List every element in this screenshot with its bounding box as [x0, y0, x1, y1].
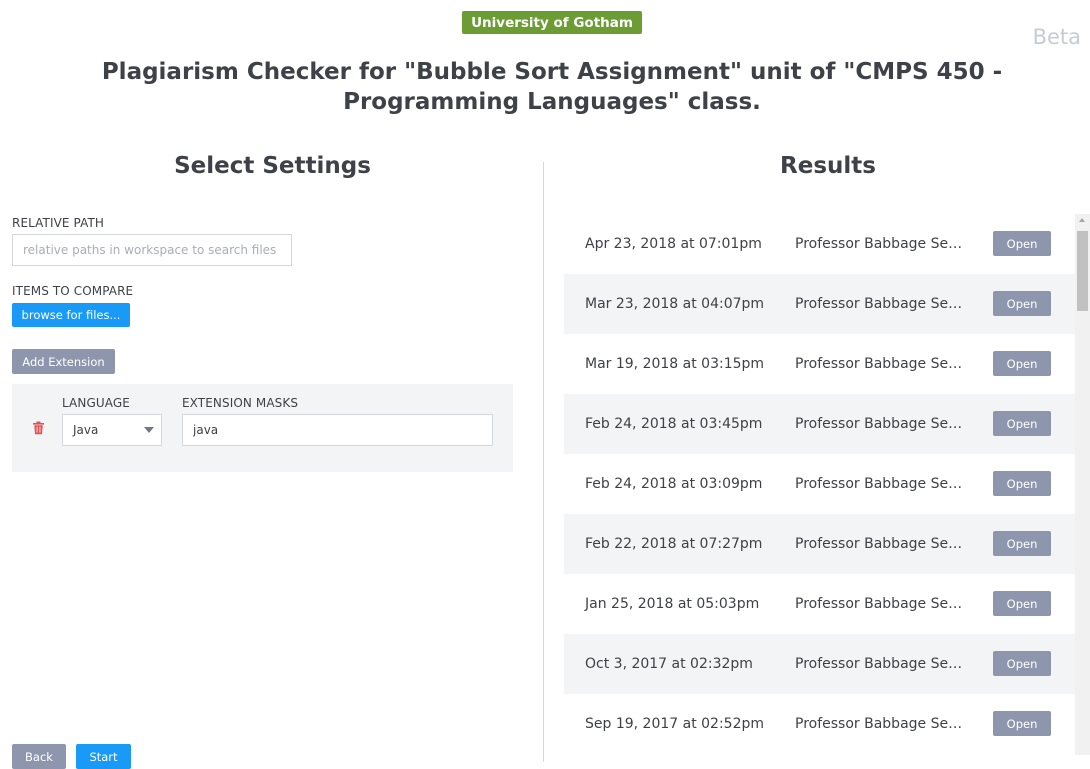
scroll-up-arrow-icon[interactable] [1079, 218, 1085, 222]
column-divider [543, 162, 544, 762]
result-date: Mar 19, 2018 at 03:15pm [585, 356, 765, 372]
language-select[interactable]: Java [62, 414, 162, 446]
caret-down-icon [144, 427, 154, 433]
language-value: Java [73, 423, 99, 437]
page-title: Plagiarism Checker for "Bubble Sort Assi… [101, 59, 1003, 115]
open-button[interactable]: Open [993, 231, 1051, 256]
result-row: Feb 24, 2018 at 03:45pm Professor Babbag… [564, 394, 1075, 454]
result-author: Professor Babbage Senior [795, 596, 965, 612]
settings-title: Select Settings [174, 153, 371, 179]
back-button[interactable]: Back [12, 744, 66, 769]
browse-files-button[interactable]: browse for files... [12, 303, 130, 327]
relative-path-label: RELATIVE PATH [12, 216, 105, 230]
result-author: Professor Babbage Senior [795, 536, 965, 552]
results-title: Results [780, 153, 876, 179]
extension-masks-label: EXTENSION MASKS [182, 396, 299, 410]
results-list: Apr 23, 2018 at 07:01pm Professor Babbag… [564, 214, 1075, 755]
open-button[interactable]: Open [993, 711, 1051, 736]
start-button[interactable]: Start [76, 744, 131, 769]
beta-label: Beta [1032, 25, 1081, 49]
scrollbar-thumb[interactable] [1077, 231, 1088, 311]
result-date: Apr 23, 2018 at 07:01pm [585, 236, 762, 252]
extension-masks-input[interactable] [182, 414, 493, 446]
result-date: Oct 3, 2017 at 02:32pm [585, 656, 753, 672]
result-author: Professor Babbage Senior [795, 416, 965, 432]
result-author: Professor Babbage Senior [795, 356, 965, 372]
result-date: Feb 24, 2018 at 03:09pm [585, 476, 763, 492]
result-author: Professor Babbage Senior [795, 656, 965, 672]
result-row: Mar 19, 2018 at 03:15pm Professor Babbag… [564, 334, 1075, 394]
result-row: Jan 25, 2018 at 05:03pm Professor Babbag… [564, 574, 1075, 634]
extension-panel: LANGUAGE Java EXTENSION MASKS [12, 384, 513, 472]
result-author: Professor Babbage Senior [795, 236, 965, 252]
language-label: LANGUAGE [62, 396, 130, 410]
result-row: Feb 22, 2018 at 07:27pm Professor Babbag… [564, 514, 1075, 574]
open-button[interactable]: Open [993, 531, 1051, 556]
result-date: Feb 24, 2018 at 03:45pm [585, 416, 763, 432]
result-row: Apr 23, 2018 at 07:01pm Professor Babbag… [564, 214, 1075, 274]
result-row: Sep 19, 2017 at 02:52pm Professor Babbag… [564, 694, 1075, 754]
open-button[interactable]: Open [993, 411, 1051, 436]
open-button[interactable]: Open [993, 351, 1051, 376]
result-date: Sep 19, 2017 at 02:52pm [585, 716, 765, 732]
open-button[interactable]: Open [993, 651, 1051, 676]
open-button[interactable]: Open [993, 471, 1051, 496]
result-row: Mar 23, 2018 at 04:07pm Professor Babbag… [564, 274, 1075, 334]
relative-path-input[interactable] [12, 234, 292, 266]
institution-badge: University of Gotham [462, 11, 642, 34]
trash-icon[interactable] [32, 420, 45, 435]
result-author: Professor Babbage Senior [795, 716, 965, 732]
result-row: Oct 3, 2017 at 02:32pm Professor Babbage… [564, 634, 1075, 694]
open-button[interactable]: Open [993, 591, 1051, 616]
open-button[interactable]: Open [993, 291, 1051, 316]
result-author: Professor Babbage Senior [795, 296, 965, 312]
add-extension-button[interactable]: Add Extension [12, 349, 115, 374]
result-date: Mar 23, 2018 at 04:07pm [585, 296, 765, 312]
results-scrollbar[interactable] [1075, 214, 1090, 755]
items-to-compare-label: ITEMS TO COMPARE [12, 284, 134, 298]
result-date: Jan 25, 2018 at 05:03pm [585, 596, 760, 612]
result-row: Feb 24, 2018 at 03:09pm Professor Babbag… [564, 454, 1075, 514]
result-author: Professor Babbage Senior [795, 476, 965, 492]
result-date: Feb 22, 2018 at 07:27pm [585, 536, 763, 552]
